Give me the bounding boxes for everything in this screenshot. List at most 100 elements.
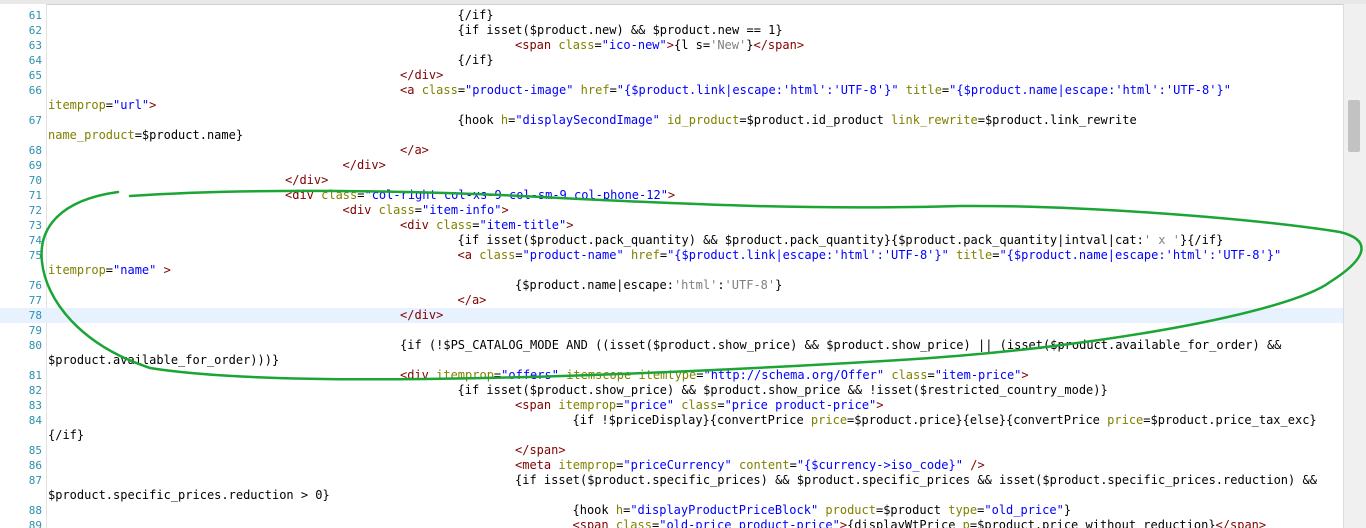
code-text: <a class="product-name" href="{$product.… [458,248,1282,263]
line-number: 85 [28,444,42,457]
code-token: itemprop [436,368,494,382]
code-line[interactable]: 62 {if isset($product.new) && $product.ne… [0,23,1344,38]
code-token: class [321,188,358,202]
code-line[interactable]: 70 </div> [0,173,1344,188]
code-line[interactable]: 78 </div> [0,308,1344,323]
code-line[interactable]: 82 {if isset($product.show_price) && $pro… [0,383,1344,398]
code-token: <div [400,368,437,382]
code-text: </span> [515,443,566,458]
code-line[interactable]: 83 <span itemprop="price" class="price pr… [0,398,1344,413]
code-token: <span [572,518,616,528]
code-text: </a> [458,293,487,308]
code-line[interactable]: 69 </div> [0,158,1344,173]
code-line[interactable]: 77 </a> [0,293,1344,308]
code-token: </span> [1215,518,1267,528]
code-line[interactable]: 87 {if isset($product.specific_prices) &&… [0,473,1344,488]
code-text: <div class="col-right col-xs-9 col-sm-9 … [285,188,675,203]
code-token: itemtype [638,368,697,382]
code-line[interactable]: 75 <a class="product-name" href="{$produc… [0,248,1344,263]
code-line[interactable]: 63 <span class="ico-new">{l s='New'}</spa… [0,38,1344,53]
line-number: 70 [28,174,42,187]
code-text: $product.available_for_order)))} [48,353,279,368]
code-token: =$product [875,503,949,517]
code-text: {if isset($product.specific_prices) && $… [515,473,1317,488]
code-line[interactable]: $product.specific_prices.reduction > 0} [0,488,1344,503]
scrollbar-thumb[interactable] [1348,100,1360,152]
line-number: 75 [28,249,42,262]
line-number: 71 [28,189,42,202]
code-token: <span [515,398,559,412]
code-line[interactable]: 86 <meta itemprop = "priceCurrency" content… [0,458,1344,473]
code-line[interactable]: 61 {/if} [0,8,1344,23]
code-token: "item-price" [934,368,1022,382]
code-line[interactable]: 66 <a class="product-image" href="{$produ… [0,83,1344,98]
code-token: "old_price" [984,503,1064,517]
code-token: = [457,83,466,97]
code-token: "{$product.link|escape:'html':'UTF-8'}" [616,83,899,97]
code-line[interactable]: itemprop="name" > [0,263,1344,278]
line-number: 63 [28,39,42,52]
code-token: {if isset($product.show_price) && $produ… [457,383,1108,397]
code-text: {$product.name|escape:'html':'UTF-8'} [515,278,782,293]
code-text: <span class="old-price product-price">{d… [573,518,1267,528]
code-token: {displayWtPrice [847,518,963,528]
code-line[interactable]: {/if} [0,428,1344,443]
code-token: "priceCurrency" [623,458,732,472]
code-token: </div> [285,173,329,187]
code-line[interactable]: 76 {$product.name|escape:'html':'UTF-8'} [0,278,1344,293]
code-line[interactable]: 74 {if isset($product.pack_quantity) && $… [0,233,1344,248]
code-editor[interactable]: 61 {/if} 62 {if isset($product.new) && $pro… [0,4,1344,528]
code-text: <div itemprop = "offers" itemscope itemtyp… [400,368,1029,383]
code-line[interactable]: itemprop="url"> [0,98,1344,113]
code-token: "http://schema.org/Offer" [703,368,885,382]
line-number: 68 [28,144,42,157]
code-token: "item-info" [421,203,502,217]
code-line[interactable]: name_product=$product.name} [0,128,1344,143]
code-line[interactable]: 79 [0,323,1344,338]
code-text: {if isset($product.pack_quantity) && $pr… [458,233,1224,248]
code-token: <div [342,203,379,217]
code-token: "{$product.name|escape:'html':'UTF-8'}" [949,83,1231,97]
code-text: </a> [400,143,429,158]
code-line[interactable]: 65 </div> [0,68,1344,83]
code-token: =$product.link_rewrite [977,113,1137,127]
code-line[interactable]: 67 {hook h="displaySecondImage" id_produc… [0,113,1344,128]
code-token: = [717,398,725,412]
code-line[interactable]: 71 <div class="col-right col-xs-9 col-sm-… [0,188,1344,203]
code-token: = [414,203,422,217]
code-text: </div> [285,173,328,188]
code-token: ' x ' [1143,233,1180,247]
code-token: {if (!$PS_CATALOG_MODE AND ((isset($prod… [400,338,1282,352]
code-token: id_product [667,113,740,127]
line-number: 77 [28,294,42,307]
code-token: h [500,113,509,127]
code-token: = [105,263,114,277]
line-number: 87 [28,474,42,487]
code-line[interactable]: 81 <div itemprop = "offers" itemscope itemt… [0,368,1344,383]
code-line[interactable]: 80 {if (!$PS_CATALOG_MODE AND ((isset($pr… [0,338,1344,353]
code-token: itemprop [48,98,106,112]
code-line[interactable]: 72 <div class="item-info"> [0,203,1344,218]
code-line[interactable]: 64 {/if} [0,53,1344,68]
code-token: title [905,83,942,97]
line-number: 84 [28,414,42,427]
code-text: <div class="item-title"> [400,218,573,233]
code-token: "{$product.name|escape:'html':'UTF-8'}" [999,248,1282,262]
code-token: 'UTF-8' [724,278,776,292]
code-line[interactable]: 88 {hook h="displayProductPriceBlock" pro… [0,503,1344,518]
code-token: {if isset($product.new) && $product.new … [457,23,783,37]
code-token: > [501,203,509,217]
code-line[interactable]: 84 {if !$priceDisplay}{convertPrice price… [0,413,1344,428]
vertical-scrollbar[interactable] [1343,4,1366,528]
code-line[interactable]: $product.available_for_order)))} [0,353,1344,368]
code-line[interactable]: 73 <div class="item-title"> [0,218,1344,233]
code-line[interactable]: 89 <span class="old-price product-price">… [0,518,1344,528]
line-number: 72 [28,204,42,217]
code-line[interactable]: 68 </a> [0,143,1344,158]
code-text: {if isset($product.show_price) && $produ… [458,383,1108,398]
code-line[interactable]: 85 </span> [0,443,1344,458]
